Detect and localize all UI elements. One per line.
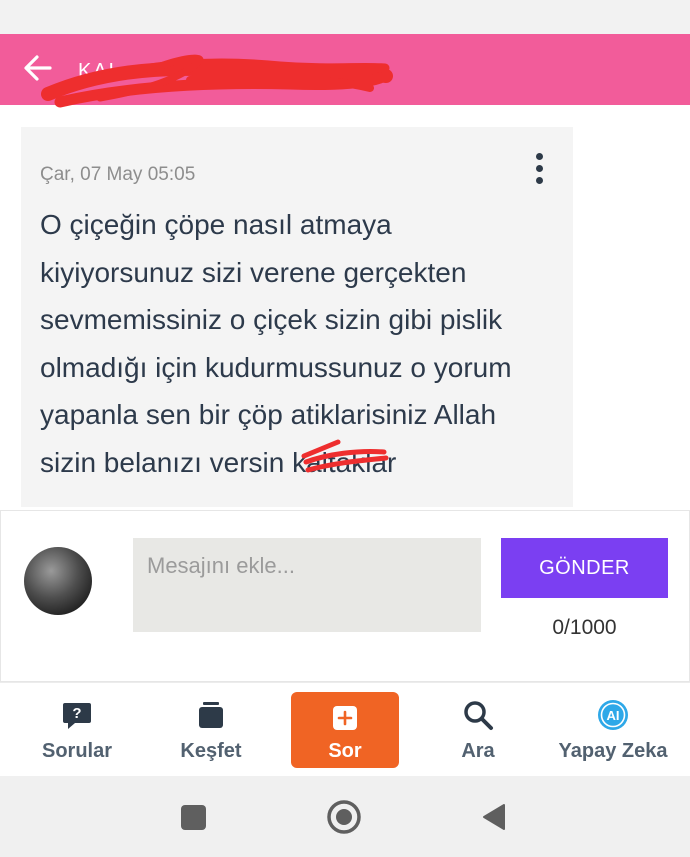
recents-button[interactable]	[181, 805, 206, 835]
nav-label: Sorular	[41, 740, 113, 762]
more-options-button[interactable]	[529, 153, 549, 187]
app-header: KAL	[0, 34, 690, 108]
svg-text:?: ?	[72, 705, 81, 722]
recents-square-icon	[181, 805, 206, 830]
nav-label: Ara	[461, 740, 495, 762]
message-line: kiyiyorsunuz sizi verene gerçekten	[40, 256, 467, 288]
bottom-nav: ? Sorular Keşfet Sor Ara AI Yapay Zeka	[0, 682, 690, 777]
message-date: Çar, 07 May 05:05	[40, 164, 196, 185]
back-triangle-icon	[483, 804, 505, 830]
system-back-button[interactable]	[480, 802, 506, 837]
message-line: olmadığı için kudurmussunuz o yorum	[40, 351, 512, 383]
kebab-dot	[535, 153, 543, 160]
nav-item-sorular[interactable]: ? Sorular	[37, 683, 117, 777]
message-line: yapanla sen bir çöp atiklarisiniz Allah	[40, 399, 497, 430]
nav-item-kesfet[interactable]: Keşfet	[171, 683, 251, 777]
status-bar	[0, 0, 690, 34]
message-body: O çiçeğin çöpe nasıl atmaya kiyiyorsunuz…	[40, 201, 550, 486]
back-button[interactable]	[18, 48, 58, 88]
home-button[interactable]	[326, 799, 362, 840]
message-line: sevmemissiniz o çiçek sizin gibi pislik	[40, 304, 503, 335]
kebab-dot	[535, 165, 543, 172]
avatar	[24, 547, 92, 615]
nav-item-ara[interactable]: Ara	[448, 683, 508, 777]
svg-text:AI: AI	[607, 708, 620, 723]
plus-square-icon	[333, 706, 357, 730]
message-card: Çar, 07 May 05:05 O çiçeğin çöpe nasıl a…	[21, 127, 573, 507]
system-nav-bar	[0, 776, 690, 857]
nav-item-sor[interactable]: Sor	[291, 692, 399, 768]
ai-badge-icon: AI	[598, 700, 628, 730]
nav-label: Sor	[328, 740, 362, 762]
nav-label: Yapay Zeka	[558, 740, 668, 762]
message-input[interactable]	[133, 538, 481, 632]
arrow-left-icon	[24, 55, 52, 81]
header-title: KAL	[78, 60, 122, 82]
send-button[interactable]: GÖNDER	[501, 538, 668, 598]
search-icon	[464, 701, 493, 730]
reply-composer: GÖNDER 0/1000	[0, 510, 690, 682]
kebab-dot	[535, 177, 543, 184]
message-line: O çiçeğin çöpe nasıl atmaya	[40, 209, 392, 240]
home-circle-icon	[327, 800, 361, 834]
nav-item-yapay-zeka[interactable]: AI Yapay Zeka	[553, 683, 673, 777]
message-line: sizin belanızı versin kaltaklar	[40, 446, 397, 478]
character-counter: 0/1000	[552, 616, 617, 639]
question-bubble-icon: ?	[63, 703, 91, 729]
cards-icon	[199, 702, 223, 728]
nav-label: Keşfet	[180, 740, 242, 762]
